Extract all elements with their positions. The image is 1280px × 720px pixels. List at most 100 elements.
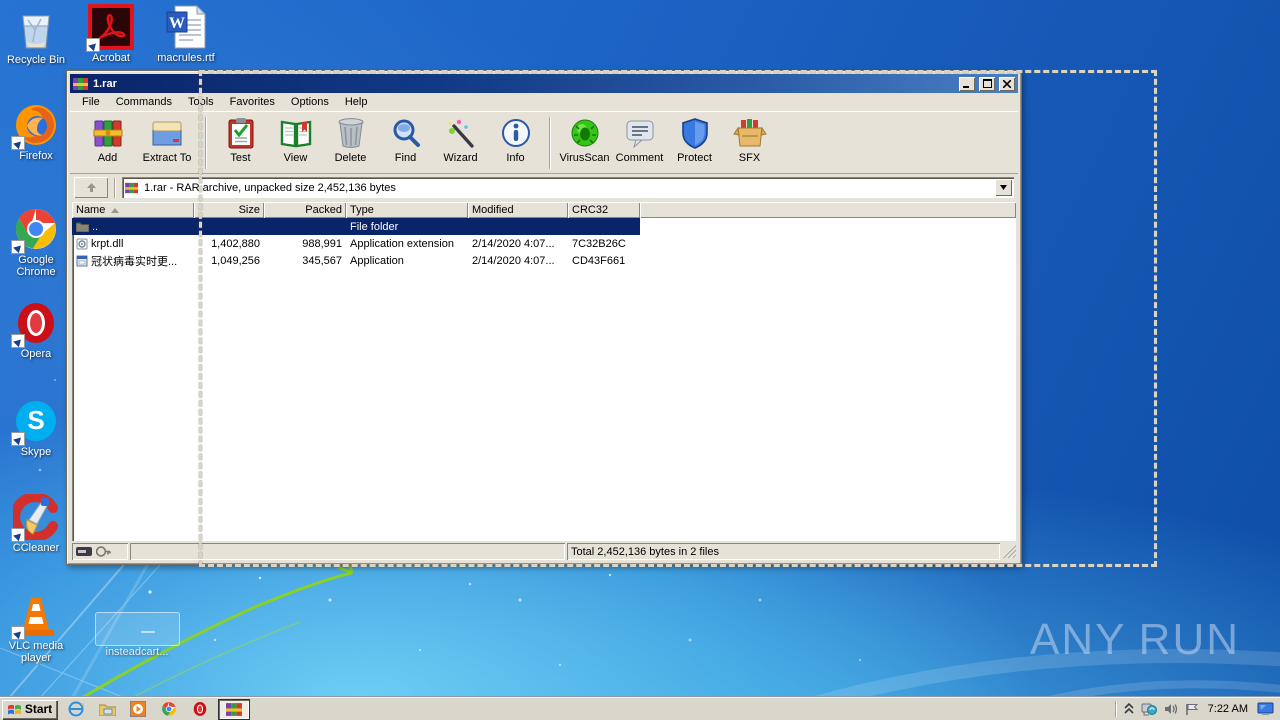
column-header-packed[interactable]: Packed (264, 202, 346, 218)
column-header-name[interactable]: Name (72, 202, 194, 218)
display-tray-icon[interactable] (1257, 702, 1274, 716)
close-icon (1003, 80, 1011, 88)
tool-label: Comment (616, 152, 664, 164)
tool-label: Delete (335, 152, 367, 164)
file-type: File folder (350, 221, 398, 233)
firefox-icon (13, 102, 59, 148)
tool-label: Info (506, 152, 524, 164)
volume-tray-icon[interactable] (1164, 703, 1178, 715)
menu-commands[interactable]: Commands (108, 94, 180, 110)
add-button[interactable]: Add (80, 114, 135, 172)
tray-expand-chevron-icon[interactable] (1124, 703, 1134, 715)
column-header-size[interactable]: Size (194, 202, 264, 218)
clock[interactable]: 7:22 AM (1206, 703, 1250, 715)
folder-up-icon (76, 221, 89, 232)
desktop-icon-skype[interactable]: S Skype (0, 398, 72, 458)
view-icon (279, 116, 313, 150)
desktop-icon-acrobat[interactable]: Acrobat (75, 4, 147, 64)
desktop-icon-opera[interactable]: Opera (0, 300, 72, 360)
file-name: .. (92, 221, 98, 233)
minimize-button[interactable] (959, 77, 975, 91)
desktop-icon-label: Firefox (0, 150, 72, 162)
system-tray: 7:22 AM (1115, 698, 1280, 720)
wizard-button[interactable]: Wizard (433, 114, 488, 172)
maximize-button[interactable] (979, 77, 995, 91)
quicklaunch-opera[interactable] (191, 700, 209, 718)
info-button[interactable]: Info (488, 114, 543, 172)
start-button[interactable]: Start (2, 700, 57, 719)
column-header-type[interactable]: Type (346, 202, 468, 218)
virusscan-icon (568, 116, 602, 150)
ghost-icon[interactable] (95, 612, 180, 646)
menu-help[interactable]: Help (337, 94, 376, 110)
quicklaunch-chrome[interactable] (160, 700, 178, 718)
file-list: Name Size Packed Type Modified CRC32 .. … (72, 202, 1016, 541)
file-packed: 988,991 (302, 238, 342, 250)
desktop-icon-firefox[interactable]: Firefox (0, 102, 72, 162)
close-button[interactable] (999, 77, 1015, 91)
archive-path-combobox[interactable]: 1.rar - RAR archive, unpacked size 2,452… (122, 177, 1014, 198)
status-icons-panel (72, 543, 128, 560)
combobox-dropdown-button[interactable] (995, 179, 1012, 196)
test-button[interactable]: Test (213, 114, 268, 172)
file-type: Application extension (350, 238, 454, 250)
resize-grip[interactable] (1003, 545, 1016, 558)
desktop-icon-recycle-bin[interactable]: Recycle Bin (0, 6, 72, 66)
quicklaunch-explorer[interactable] (98, 700, 116, 718)
quicklaunch-media-player[interactable] (129, 700, 147, 718)
internet-explorer-icon (68, 701, 84, 717)
winrar-app-icon (73, 77, 89, 91)
status-total-text: Total 2,452,136 bytes in 2 files (571, 546, 719, 558)
menu-tools[interactable]: Tools (180, 94, 222, 110)
desktop-icon-ccleaner[interactable]: CCleaner (0, 494, 72, 554)
address-row: 1.rar - RAR archive, unpacked size 2,452… (70, 174, 1018, 201)
virusscan-button[interactable]: VirusScan (557, 114, 612, 172)
recycle-bin-icon (13, 6, 59, 52)
winrar-window: 1.rar File Commands Tools Favorites Opti… (66, 70, 1022, 565)
title-bar[interactable]: 1.rar (70, 74, 1018, 93)
flag-tray-icon[interactable] (1185, 703, 1199, 716)
taskbar-button-winrar[interactable] (219, 700, 249, 719)
comment-button[interactable]: Comment (612, 114, 667, 172)
shortcut-arrow-icon (11, 432, 25, 446)
file-size: 1,402,880 (211, 238, 260, 250)
up-directory-button[interactable] (74, 177, 108, 198)
vlc-icon (13, 592, 59, 638)
column-header-filler (640, 202, 1016, 218)
desktop-icon-vlc[interactable]: VLC media player (0, 592, 72, 664)
menu-favorites[interactable]: Favorites (222, 94, 283, 110)
start-button-label: Start (25, 702, 52, 716)
hardware-tray-icon[interactable] (1141, 702, 1157, 716)
shortcut-arrow-icon (11, 136, 25, 150)
status-total-panel: Total 2,452,136 bytes in 2 files (567, 543, 1000, 560)
menu-options[interactable]: Options (283, 94, 337, 110)
tool-label: Test (230, 152, 250, 164)
status-message-panel (130, 543, 565, 560)
tool-label: SFX (739, 152, 760, 164)
tool-label: VirusScan (560, 152, 610, 164)
desktop-icon-label: Acrobat (75, 52, 147, 64)
file-name: 冠状病毒实时更... (91, 253, 177, 269)
protect-button[interactable]: Protect (667, 114, 722, 172)
table-row-coronavirus-exe[interactable]: 冠状病毒实时更... 1,049,256 345,567 Application… (72, 252, 1016, 269)
column-header-crc32[interactable]: CRC32 (568, 202, 640, 218)
column-header-modified[interactable]: Modified (468, 202, 568, 218)
delete-button[interactable]: Delete (323, 114, 378, 172)
quicklaunch-internet-explorer[interactable] (67, 700, 85, 718)
chrome-small-icon (161, 701, 177, 717)
find-button[interactable]: Find (378, 114, 433, 172)
extract-to-button[interactable]: Extract To (135, 114, 199, 172)
desktop-icon-label: macrules.rtf (150, 52, 222, 64)
menu-file[interactable]: File (74, 94, 108, 110)
sfx-button[interactable]: SFX (722, 114, 777, 172)
tool-label: Add (98, 152, 118, 164)
table-row-krpt-dll[interactable]: krpt.dll 1,402,880 988,991 Application e… (72, 235, 1016, 252)
desktop-icon-macrules[interactable]: W macrules.rtf (150, 4, 222, 64)
list-header: Name Size Packed Type Modified CRC32 (72, 202, 1016, 218)
desktop-icon-label: Google Chrome (0, 254, 72, 278)
table-row-updir[interactable]: .. File folder (72, 218, 640, 235)
view-button[interactable]: View (268, 114, 323, 172)
test-icon (224, 116, 258, 150)
desktop-icon-chrome[interactable]: Google Chrome (0, 206, 72, 278)
ghost-icon-glyph (141, 631, 155, 633)
